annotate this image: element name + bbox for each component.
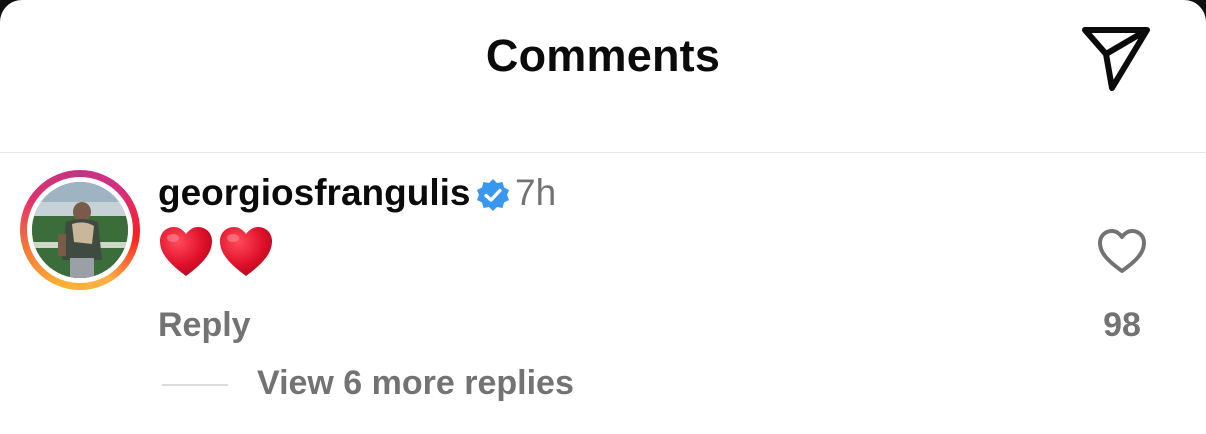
replies-divider-line: [162, 384, 228, 386]
verified-badge-icon: [475, 177, 511, 213]
sheet-title: Comments: [485, 30, 721, 81]
header-divider: [0, 152, 1206, 153]
avatar-photo: [32, 182, 128, 278]
red-heart-emoji-icon: [218, 224, 274, 280]
sheet-corner-right: [1162, 0, 1206, 44]
share-button[interactable]: [1078, 22, 1154, 94]
view-more-replies-button[interactable]: View 6 more replies: [257, 364, 574, 403]
sheet-corner-left: [0, 0, 44, 44]
comment-timestamp: 7h: [515, 172, 557, 213]
avatar[interactable]: [20, 170, 140, 290]
reply-button[interactable]: Reply: [158, 306, 251, 345]
red-heart-emoji-icon: [158, 224, 214, 280]
avatar-border: [27, 177, 133, 283]
like-button[interactable]: [1096, 226, 1148, 278]
comment-text: [158, 224, 274, 282]
like-count: 98: [1103, 306, 1141, 344]
heart-outline-icon: [1098, 229, 1146, 273]
paper-plane-icon: [1082, 27, 1150, 91]
comments-sheet: Comments georgiosfrangulis 7h Reply 98 V…: [0, 0, 1206, 434]
comment-username[interactable]: georgiosfrangulis: [158, 172, 470, 214]
